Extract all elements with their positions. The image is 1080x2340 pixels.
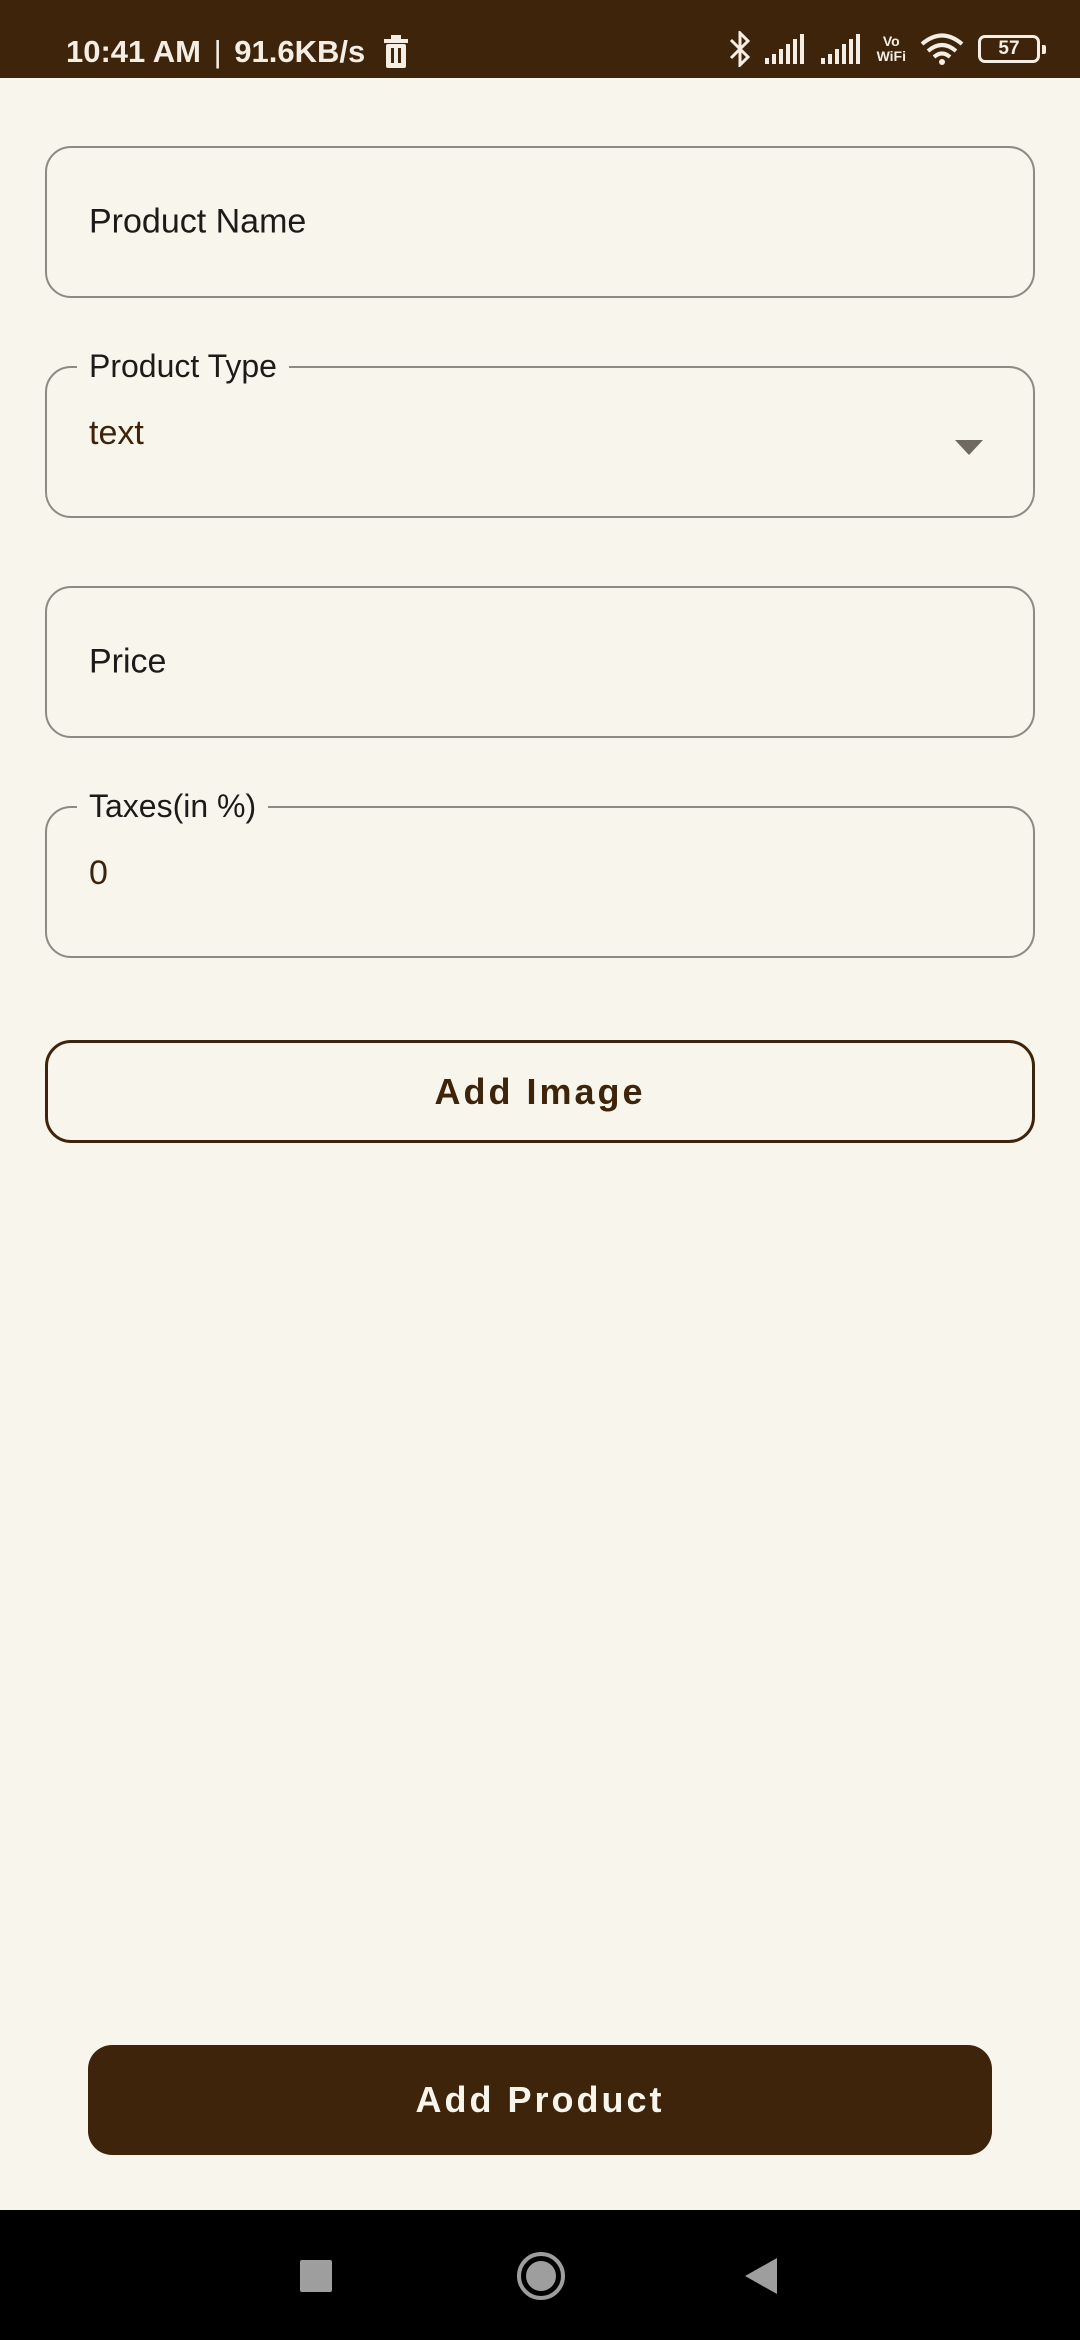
battery-level: 57 bbox=[998, 38, 1020, 59]
back-triangle-icon[interactable] bbox=[743, 2256, 779, 2296]
add-image-button-label: Add Image bbox=[434, 1070, 646, 1112]
navigation-bar bbox=[0, 2210, 1080, 2340]
status-separator: | bbox=[213, 33, 222, 69]
product-type-value: text bbox=[89, 414, 144, 452]
bluetooth-icon bbox=[729, 31, 750, 67]
product-type-dropdown[interactable]: Product Type text bbox=[45, 346, 1035, 518]
vowifi-line1: Vo bbox=[882, 33, 900, 49]
product-name-field[interactable]: Product Name bbox=[45, 146, 1035, 298]
price-field[interactable]: Price bbox=[45, 586, 1035, 738]
trash-icon bbox=[383, 34, 408, 68]
battery-icon: 57 bbox=[978, 35, 1046, 63]
dropdown-arrow-icon bbox=[955, 440, 983, 455]
product-type-label: Product Type bbox=[77, 346, 289, 386]
status-net-speed: 91.6KB/s bbox=[234, 33, 366, 69]
taxes-field[interactable]: Taxes(in %) 0 bbox=[45, 786, 1035, 958]
add-product-button[interactable]: Add Product bbox=[88, 2045, 992, 2155]
status-left: 10:41 AM | 91.6KB/s bbox=[66, 0, 410, 100]
wifi-icon bbox=[920, 33, 964, 65]
taxes-value: 0 bbox=[89, 854, 108, 892]
signal-icon bbox=[820, 34, 860, 64]
recents-square-icon[interactable] bbox=[300, 2260, 332, 2292]
status-time: 10:41 AM bbox=[66, 33, 201, 69]
vowifi-icon: Vo WiFi bbox=[877, 34, 906, 64]
home-circle-icon[interactable] bbox=[515, 2250, 567, 2302]
status-right: Vo WiFi 57 bbox=[729, 27, 1046, 71]
price-placeholder: Price bbox=[89, 642, 167, 681]
status-bar: 10:41 AM | 91.6KB/s Vo WiFi 57 bbox=[0, 0, 1080, 78]
add-image-button[interactable]: Add Image bbox=[45, 1040, 1035, 1143]
add-product-button-label: Add Product bbox=[415, 2079, 665, 2120]
product-name-placeholder: Product Name bbox=[89, 202, 307, 241]
signal-icon bbox=[764, 34, 804, 64]
vowifi-line2: WiFi bbox=[876, 48, 906, 64]
taxes-label: Taxes(in %) bbox=[77, 786, 269, 826]
